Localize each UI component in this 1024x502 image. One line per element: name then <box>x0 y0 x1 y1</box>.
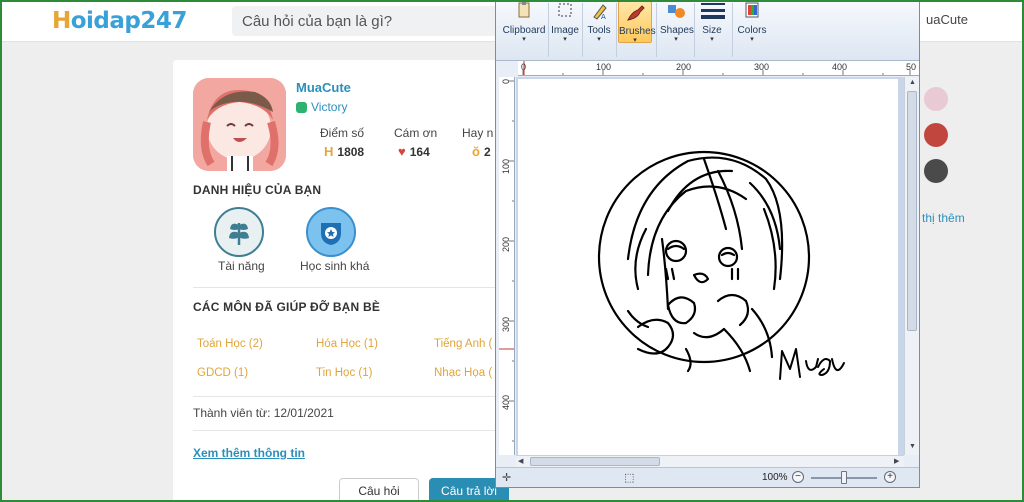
subject-item[interactable]: Toán Học (2) <box>197 338 263 350</box>
tab-questions-button[interactable]: Câu hỏi <box>339 478 419 502</box>
ribbon-image[interactable]: Image ▾ <box>550 1 580 61</box>
ribbon-label: Image <box>551 25 579 36</box>
zoom-level: 100% <box>762 472 788 483</box>
ribbon-colors[interactable]: Colors ▾ <box>736 1 768 61</box>
stat-points-label: Điểm số <box>320 126 365 140</box>
ruler-left-label: 400 <box>501 395 511 411</box>
ribbon-shapes[interactable]: Shapes ▾ <box>660 1 694 61</box>
subjects-title: CÁC MÔN ĐÃ GIÚP ĐỠ BẠN BÈ <box>193 300 381 314</box>
ruler-top-label: 0 <box>521 62 527 72</box>
shapes-icon <box>665 1 687 21</box>
member-since: Thành viên từ: 12/01/2021 <box>193 406 334 420</box>
stat-thanks: ♥ 164 <box>398 144 430 159</box>
stat-best-value: 2 <box>483 144 491 159</box>
badges-title: DANH HIỆU CỦA BẠN <box>193 183 322 197</box>
star-badge-icon[interactable] <box>306 207 356 257</box>
zoom-in-button[interactable]: + <box>884 471 896 483</box>
ruler-top: 0 100 200 300 400 50 <box>518 61 919 76</box>
drawing-canvas[interactable] <box>518 79 898 455</box>
horizontal-scroll-thumb[interactable] <box>530 457 660 466</box>
paint-statusbar: ✛ ⬚ 100% − + <box>496 467 919 487</box>
select-icon <box>554 1 576 21</box>
ruler-top-label: 300 <box>754 62 770 72</box>
signature <box>779 348 845 380</box>
subject-item[interactable]: Nhạc Họa ( <box>434 367 492 379</box>
rank-icon <box>296 101 307 113</box>
size-icon <box>701 1 725 21</box>
ruler-top-label: 400 <box>832 62 848 72</box>
canvas-area <box>516 77 904 455</box>
divider <box>193 396 503 397</box>
stat-best-label: Hay n <box>462 126 494 140</box>
vertical-scroll-thumb[interactable] <box>907 91 917 331</box>
paint-window: Clipboard ▾ Image ▾ A Tools ▾ Brushes ▾ <box>495 0 920 488</box>
subject-item[interactable]: GDCD (1) <box>197 367 248 379</box>
ribbon-size[interactable]: Size ▾ <box>696 1 728 61</box>
follower-avatar[interactable] <box>924 123 948 147</box>
move-icon: ✛ <box>502 472 512 484</box>
ribbon-label: Shapes <box>660 25 694 36</box>
medal-icon: ŏ <box>472 144 480 159</box>
ruler-top-label: 200 <box>676 62 692 72</box>
ribbon-label: Tools <box>587 25 611 36</box>
brush-icon <box>624 2 646 22</box>
badge-label-talent: Tài năng <box>218 259 265 273</box>
search-input[interactable] <box>232 6 502 36</box>
ribbon-tools[interactable]: A Tools ▾ <box>584 1 614 61</box>
stat-thanks-value: 164 <box>409 144 430 159</box>
colors-icon <box>741 1 763 21</box>
more-info-link[interactable]: Xem thêm thông tin <box>193 446 305 460</box>
ruler-left-label: 0 <box>501 79 511 85</box>
horizontal-scrollbar[interactable]: ◀ ▶ <box>516 455 904 467</box>
profile-rank: Victory <box>296 100 347 114</box>
site-logo[interactable]: Hoidap247 <box>52 8 187 34</box>
avatar <box>193 78 286 171</box>
stat-thanks-label: Cám ơn <box>394 126 438 140</box>
ruler-left-label: 100 <box>501 159 511 175</box>
divider <box>193 287 503 288</box>
ribbon-label: Size <box>702 25 722 36</box>
divider <box>193 430 503 431</box>
zoom-slider-knob[interactable] <box>841 471 847 484</box>
subject-item[interactable]: Hóa Học (1) <box>316 338 378 350</box>
zoom-out-button[interactable]: − <box>792 471 804 483</box>
ribbon-label: Clipboard <box>502 25 546 36</box>
ruler-left: 0 100 200 300 400 <box>499 77 515 455</box>
stat-points: H 1808 <box>324 144 364 159</box>
ribbon-clipboard[interactable]: Clipboard ▾ <box>502 1 546 61</box>
ruler-top-label: 50 <box>906 62 917 72</box>
stat-best: ŏ 2 <box>472 144 491 159</box>
ruler-left-label: 300 <box>501 317 511 333</box>
paint-ribbon: Clipboard ▾ Image ▾ A Tools ▾ Brushes ▾ <box>496 1 919 61</box>
stat-points-value: 1808 <box>337 144 365 159</box>
profile-username[interactable]: MuaCute <box>296 80 351 95</box>
pencil-icon: A <box>588 1 610 21</box>
header-username[interactable]: uaCute <box>926 12 968 27</box>
leaf-badge-icon[interactable] <box>214 207 264 257</box>
vertical-scrollbar[interactable]: ▲ ▼ <box>904 77 919 455</box>
ribbon-brushes[interactable]: Brushes ▾ <box>618 1 656 44</box>
follower-avatar[interactable] <box>924 87 948 111</box>
subject-item[interactable]: Tin Học (1) <box>316 367 372 379</box>
h-points-icon: H <box>324 144 334 159</box>
heart-icon: ♥ <box>398 144 406 159</box>
follower-avatar[interactable] <box>924 159 948 183</box>
clipboard-icon <box>513 1 535 21</box>
ribbon-label: Colors <box>737 25 767 36</box>
ribbon-label: Brushes <box>619 26 656 37</box>
subject-item[interactable]: Tiếng Anh ( <box>434 338 492 350</box>
badge-label-good-student: Học sinh khá <box>300 259 370 273</box>
logo-text: oidap247 <box>70 8 188 34</box>
ruler-top-label: 100 <box>596 62 612 72</box>
rank-label: Victory <box>311 100 348 114</box>
selection-size-icon: ⬚ <box>624 472 635 484</box>
ruler-left-label: 200 <box>501 237 511 253</box>
svg-text:A: A <box>601 13 606 21</box>
